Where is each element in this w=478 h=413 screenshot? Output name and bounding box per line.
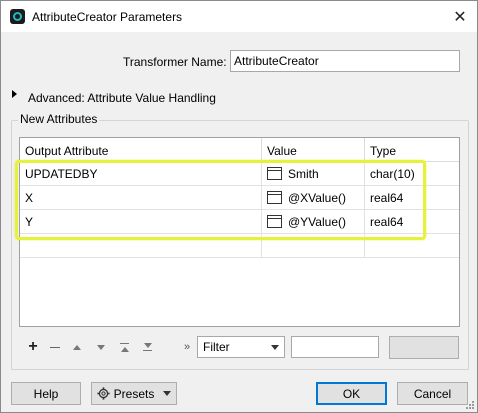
bottom-bar-icon — [143, 350, 152, 351]
minus-icon — [50, 346, 60, 348]
type-cell[interactable]: real64 — [365, 210, 459, 234]
help-button[interactable]: Help — [11, 382, 81, 405]
table-row-empty[interactable] — [20, 234, 459, 258]
type-cell[interactable] — [365, 234, 459, 258]
expand-arrow-icon[interactable] — [12, 90, 17, 98]
move-to-top-button[interactable] — [117, 339, 133, 355]
move-top-icon — [121, 346, 129, 352]
value-text: Smith — [288, 167, 319, 181]
value-cell[interactable]: @YValue() — [262, 210, 365, 234]
move-down-icon — [97, 344, 105, 350]
column-header-value[interactable]: Value — [262, 138, 365, 162]
table-row[interactable]: Y @YValue() real64 — [20, 210, 459, 234]
add-row-button[interactable]: + — [25, 338, 41, 355]
more-options-button[interactable]: » — [179, 339, 195, 355]
text-editor-icon[interactable] — [267, 167, 282, 180]
value-text: @YValue() — [288, 215, 346, 229]
top-bar-icon — [120, 343, 129, 344]
advanced-section-toggle[interactable]: Advanced: Attribute Value Handling — [28, 91, 216, 105]
group-title: New Attributes — [18, 112, 100, 126]
ok-button[interactable]: OK — [316, 382, 387, 405]
chevron-down-icon — [163, 391, 172, 396]
chevron-down-icon — [271, 345, 279, 350]
window-title: AttributeCreator Parameters — [32, 10, 183, 24]
presets-label: Presets — [113, 386, 155, 401]
text-editor-icon[interactable] — [267, 215, 282, 228]
move-to-bottom-button[interactable] — [140, 339, 156, 355]
cancel-button[interactable]: Cancel — [397, 382, 468, 405]
move-up-icon — [73, 344, 81, 350]
attribute-cell[interactable]: Y — [20, 210, 262, 234]
filter-dropdown-value: Filter — [203, 340, 230, 354]
text-editor-icon[interactable] — [267, 191, 282, 204]
table-row[interactable]: UPDATEDBY Smith char(10) — [20, 162, 459, 186]
dialog-window: AttributeCreator Parameters ✕ Transforme… — [0, 0, 478, 413]
filter-input[interactable] — [291, 336, 379, 358]
value-text: @XValue() — [288, 191, 346, 205]
value-cell[interactable]: Smith — [262, 162, 365, 186]
move-bottom-icon — [144, 342, 152, 348]
value-cell[interactable]: @XValue() — [262, 186, 365, 210]
transformer-name-label: Transformer Name: — [123, 55, 227, 69]
attributes-table: Output Attribute Value Type UPDATEDBY Sm… — [19, 137, 460, 327]
attribute-cell[interactable]: UPDATEDBY — [20, 162, 262, 186]
close-button[interactable]: ✕ — [443, 1, 477, 32]
attribute-cell[interactable]: X — [20, 186, 262, 210]
value-cell[interactable] — [262, 234, 365, 258]
remove-row-button[interactable] — [47, 339, 63, 355]
column-header-output-attribute[interactable]: Output Attribute — [20, 138, 262, 162]
attribute-cell[interactable] — [20, 234, 262, 258]
type-cell[interactable]: real64 — [365, 186, 459, 210]
resize-grip-icon[interactable] — [465, 400, 475, 410]
type-cell[interactable]: char(10) — [365, 162, 459, 186]
filter-dropdown[interactable]: Filter — [197, 336, 285, 358]
column-header-type[interactable]: Type — [365, 138, 459, 162]
table-row[interactable]: X @XValue() real64 — [20, 186, 459, 210]
move-down-button[interactable] — [93, 339, 109, 355]
table-header: Output Attribute Value Type — [20, 138, 459, 162]
gear-icon — [97, 387, 110, 400]
import-button[interactable] — [389, 336, 459, 359]
presets-button[interactable]: Presets — [91, 382, 177, 405]
move-up-button[interactable] — [69, 339, 85, 355]
transformer-name-input[interactable] — [230, 50, 460, 72]
title-bar: AttributeCreator Parameters ✕ — [1, 1, 477, 32]
fme-app-icon — [10, 9, 25, 24]
